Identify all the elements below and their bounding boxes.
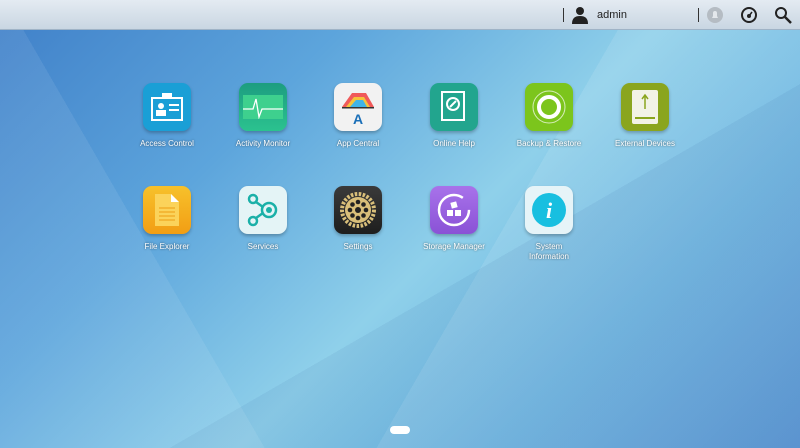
file-explorer-icon <box>143 186 191 234</box>
services-icon <box>239 186 287 234</box>
svg-text:i: i <box>546 198 553 223</box>
app-label: External Devices <box>614 139 676 148</box>
app-label: Activity Monitor <box>235 139 291 148</box>
top-bar: admin <box>0 0 800 30</box>
app-label: App Central <box>336 139 380 148</box>
storage-manager-icon <box>430 186 478 234</box>
activity-monitor-icon <box>239 83 287 131</box>
app-label: System Information <box>528 242 570 261</box>
access-control-icon <box>143 83 191 131</box>
app-system-information[interactable]: i System Information <box>501 186 597 262</box>
app-online-help[interactable]: Online Help <box>406 83 502 149</box>
external-devices-icon <box>621 83 669 131</box>
app-activity-monitor[interactable]: Activity Monitor <box>215 83 311 149</box>
app-access-control[interactable]: Access Control <box>119 83 215 149</box>
app-label: Backup & Restore <box>516 139 582 148</box>
app-label: File Explorer <box>144 242 190 251</box>
backup-restore-icon <box>525 83 573 131</box>
svg-text:A: A <box>353 111 363 127</box>
app-label: Storage Manager <box>423 242 485 251</box>
username[interactable]: admin <box>597 9 627 21</box>
dashboard-icon[interactable] <box>740 6 758 24</box>
app-backup-restore[interactable]: Backup & Restore <box>501 83 597 149</box>
page-indicator[interactable] <box>390 426 410 434</box>
app-central-icon: A <box>334 83 382 131</box>
app-external-devices[interactable]: External Devices <box>597 83 693 149</box>
app-label: Online Help <box>433 139 475 148</box>
divider <box>563 8 564 22</box>
app-label: Access Control <box>140 139 194 148</box>
app-label: Settings <box>343 242 373 251</box>
user-icon[interactable] <box>572 6 588 24</box>
app-label: Services <box>247 242 279 251</box>
notification-icon[interactable] <box>706 6 724 24</box>
app-storage-manager[interactable]: Storage Manager <box>406 186 502 252</box>
search-icon[interactable] <box>774 6 792 24</box>
app-file-explorer[interactable]: File Explorer <box>119 186 215 252</box>
divider <box>698 8 699 22</box>
app-app-central[interactable]: A App Central <box>310 83 406 149</box>
settings-icon <box>334 186 382 234</box>
app-services[interactable]: Services <box>215 186 311 252</box>
online-help-icon <box>430 83 478 131</box>
system-information-icon: i <box>525 186 573 234</box>
app-settings[interactable]: Settings <box>310 186 406 252</box>
